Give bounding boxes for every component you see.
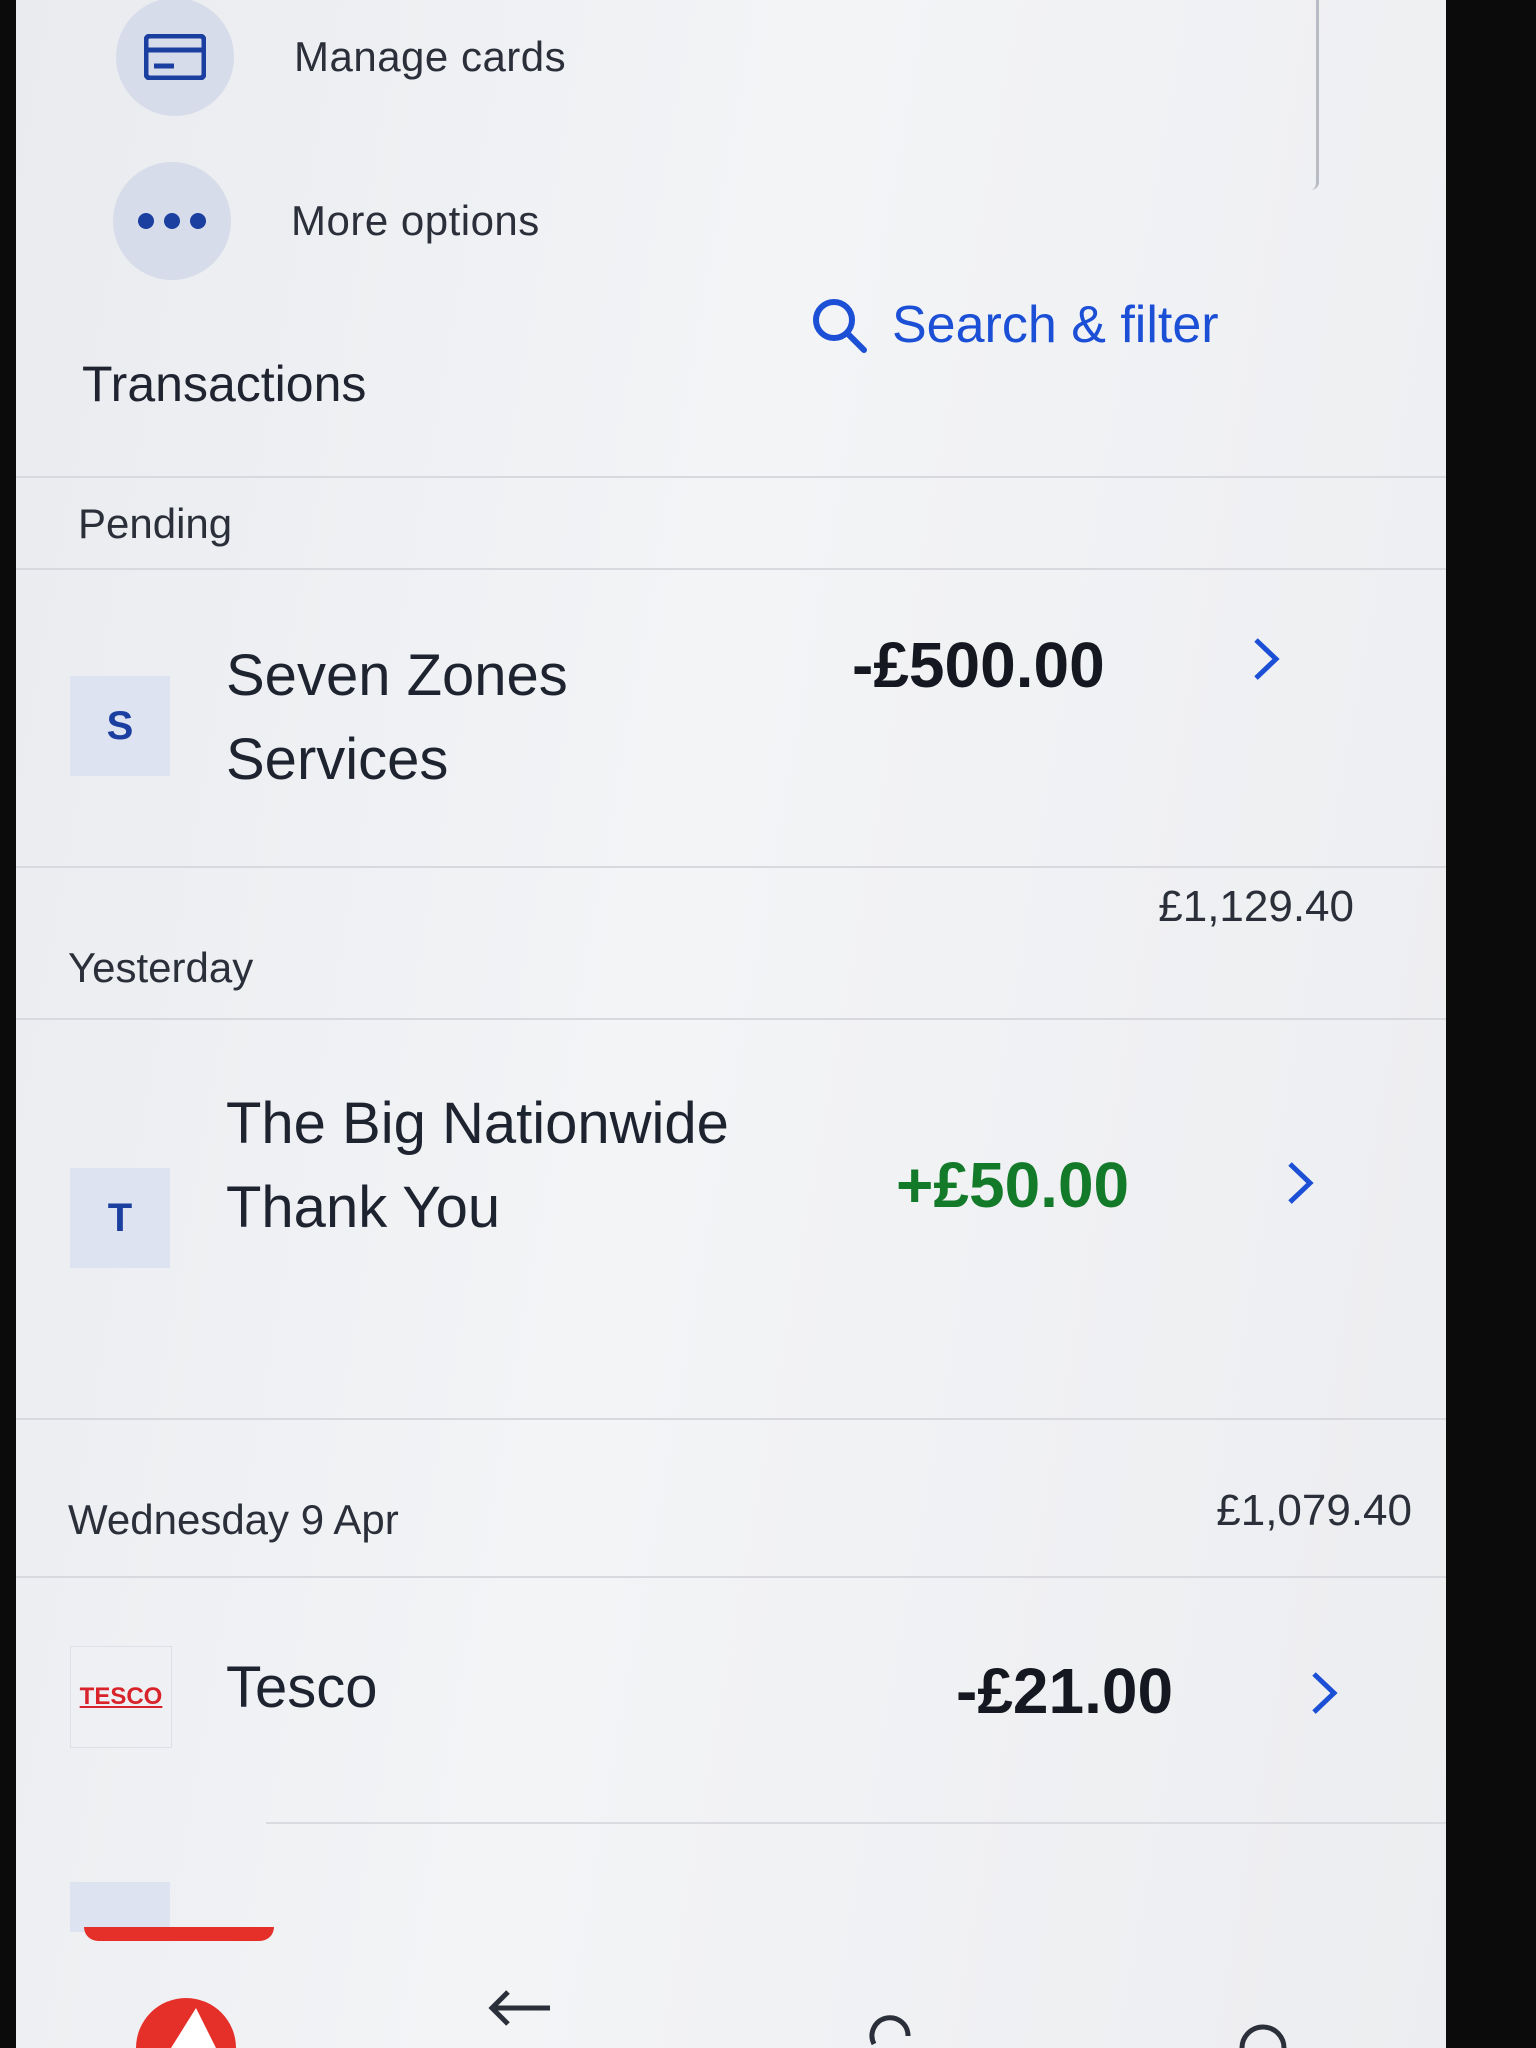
transactions-heading: Transactions	[82, 356, 367, 412]
chevron-right-icon	[1288, 1162, 1314, 1204]
merchant-name: Tesco	[226, 1655, 378, 1720]
back-arrow-icon[interactable]	[486, 1988, 556, 2028]
group-total: £1,129.40	[1158, 882, 1354, 931]
search-filter-label: Search & filter	[892, 296, 1219, 354]
group-header-wednesday: Wednesday 9 Apr £1,079.40	[16, 1418, 1446, 1578]
app-screen: Manage cards More options Transactions S…	[16, 0, 1446, 2048]
transaction-amount: +£50.00	[896, 1149, 1130, 1221]
app-logo-icon[interactable]	[136, 1978, 236, 2048]
merchant-avatar: S	[70, 676, 170, 776]
search-icon	[813, 299, 867, 353]
search-filter-button[interactable]: Search & filter	[808, 294, 1219, 356]
chevron-right-icon	[1254, 638, 1280, 680]
manage-cards-label: Manage cards	[294, 33, 567, 80]
card-icon	[116, 0, 234, 116]
transaction-row[interactable]: TESCO Tesco -£21.00	[16, 1576, 1446, 1816]
manage-cards-action[interactable]: Manage cards	[116, 0, 566, 116]
group-label: Wednesday 9 Apr	[68, 1496, 399, 1543]
group-header-pending: Pending	[16, 476, 1446, 570]
group-total: £1,079.40	[1216, 1486, 1412, 1535]
refresh-icon[interactable]	[866, 2014, 916, 2048]
home-icon[interactable]	[1236, 2014, 1290, 2048]
merchant-name: Seven Zones Services	[226, 643, 568, 792]
tesco-logo-icon: TESCO	[70, 1646, 172, 1748]
transaction-amount: -£500.00	[852, 629, 1105, 701]
merchant-avatar	[70, 1882, 170, 1932]
scrollbar[interactable]	[1304, 0, 1319, 190]
chevron-right-icon	[1312, 1672, 1338, 1714]
transaction-row[interactable]: S Seven Zones Services -£500.00	[16, 566, 1446, 866]
more-options-label: More options	[291, 197, 540, 244]
group-label: Yesterday	[68, 944, 254, 991]
bottom-navigation	[16, 1938, 1446, 2048]
group-label: Pending	[78, 500, 233, 547]
merchant-avatar: T	[70, 1168, 170, 1268]
transaction-row[interactable]: T The Big Nationwide Thank You +£50.00	[16, 1018, 1446, 1418]
transaction-amount: -£21.00	[956, 1655, 1174, 1727]
more-dots-icon	[113, 162, 231, 280]
merchant-name: The Big Nationwide Thank You	[226, 1091, 729, 1240]
row-divider	[266, 1822, 1446, 1824]
group-header-yesterday: Yesterday £1,129.40	[16, 866, 1446, 1020]
more-options-action[interactable]: More options	[113, 162, 540, 280]
